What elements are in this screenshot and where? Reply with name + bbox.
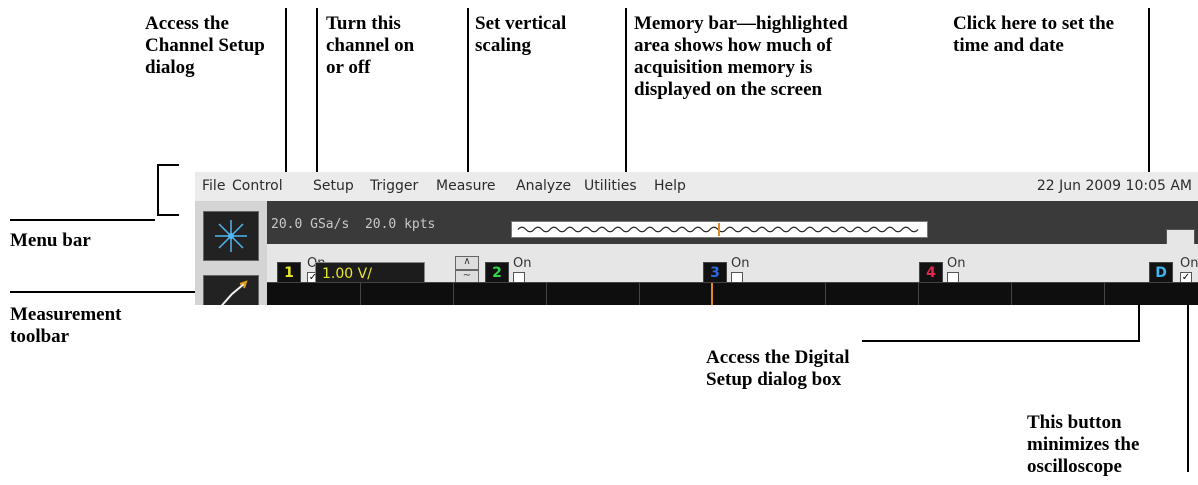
callout-digital-setup: Access the Digital Setup dialog box — [706, 347, 850, 390]
menu-trigger[interactable]: Trigger — [370, 178, 418, 194]
callout-minimize: This button minimizes the oscilloscope — [1027, 412, 1140, 477]
measurement-toolbar — [195, 201, 267, 305]
callout-menu-bar: Menu bar — [10, 230, 91, 251]
menu-measure[interactable]: Measure — [436, 178, 496, 194]
leader-line-time-date — [1148, 8, 1150, 173]
menu-setup[interactable]: Setup — [313, 178, 354, 194]
menu-help[interactable]: Help — [654, 178, 686, 194]
bracket-menu-bar-bottom — [157, 214, 179, 216]
grid-line — [546, 283, 547, 305]
menu-bar: File Control Setup Trigger Measure Analy… — [195, 172, 1198, 201]
callout-memory-bar: Memory bar—highlighted area shows how mu… — [634, 13, 848, 100]
grid-line — [453, 283, 454, 305]
digital-on-label: On — [1180, 256, 1198, 271]
grid-line — [639, 283, 640, 305]
leader-line-minimize — [1187, 280, 1189, 472]
channel-4-button[interactable]: 4 — [919, 262, 943, 284]
callout-on-off: Turn this channel on or off — [326, 13, 415, 78]
grid-line — [360, 283, 361, 305]
grid-line — [918, 283, 919, 305]
leader-line-vertical-scaling — [467, 8, 469, 190]
grid-line — [1104, 283, 1105, 305]
hp-logo-icon[interactable] — [203, 211, 259, 261]
oscilloscope-window: File Control Setup Trigger Measure Analy… — [195, 172, 1198, 305]
bracket-menu-bar-top — [157, 164, 179, 166]
grid-line — [1011, 283, 1012, 305]
measurement-icon[interactable] — [203, 275, 259, 305]
leader-line-memory-bar — [625, 8, 627, 190]
callout-vertical-scaling: Set vertical scaling — [475, 13, 567, 56]
callout-measurement-toolbar: Measurement toolbar — [10, 304, 122, 347]
acquisition-bar: 20.0 GSa/s 20.0 kpts — [267, 201, 1198, 261]
channel-3-button[interactable]: 3 — [703, 262, 727, 284]
menu-file[interactable]: File — [202, 178, 225, 194]
menu-utilities[interactable]: Utilities — [584, 178, 637, 194]
memory-bar[interactable] — [511, 221, 928, 238]
datetime-display[interactable]: 22 Jun 2009 10:05 AM — [1037, 178, 1192, 194]
callout-channel-setup: Access the Channel Setup dialog — [145, 13, 265, 78]
leader-line-menu-bar — [10, 219, 155, 221]
sample-rate: 20.0 GSa/s 20.0 kpts — [271, 217, 435, 232]
memory-depth: 20.0 kpts — [364, 217, 436, 232]
menu-analyze[interactable]: Analyze — [516, 178, 571, 194]
leader-line-on-off — [316, 8, 318, 190]
channel-4-on-label: On — [947, 256, 966, 271]
channel-2-on-label: On — [513, 256, 532, 271]
sample-rate-value: 20.0 GSa/s — [271, 217, 350, 232]
channel-2-button[interactable]: 2 — [485, 262, 509, 284]
channel-1-button[interactable]: 1 — [277, 262, 301, 284]
leader-line-measurement — [10, 291, 195, 293]
leader-line-digital-h — [862, 340, 1140, 342]
leader-line-channel-setup — [285, 8, 287, 190]
menu-control[interactable]: Control — [232, 178, 283, 194]
trigger-marker — [711, 283, 713, 305]
channel-row: 1 On ✓ 1.00 V/ ∧ ∼ 2 On 3 On 4 On D On ✓ — [267, 244, 1198, 289]
channel-3-on-label: On — [731, 256, 750, 271]
bracket-menu-bar-v — [157, 164, 159, 216]
grid-line — [825, 283, 826, 305]
callout-time-date: Click here to set the time and date — [953, 13, 1115, 56]
digital-channel-button[interactable]: D — [1149, 262, 1173, 284]
scale-up-icon[interactable]: ∧ — [455, 256, 479, 270]
waveform-grid[interactable] — [267, 282, 1198, 305]
